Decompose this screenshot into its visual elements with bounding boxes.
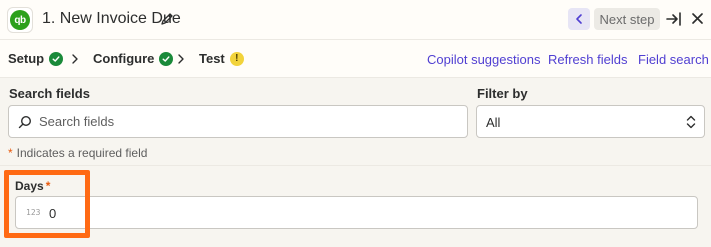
check-circle-icon (159, 51, 174, 66)
filter-selected-value: All (486, 115, 501, 130)
quickbooks-logo: qb (7, 7, 33, 33)
tab-configure[interactable]: Configure (93, 51, 174, 66)
chevron-right-icon (178, 54, 184, 64)
tab-label: Configure (93, 51, 155, 66)
tab-label: Setup (8, 51, 45, 66)
next-step-button[interactable]: Next step (594, 8, 660, 30)
app-logo-mark: qb (10, 10, 30, 30)
days-input[interactable]: 123 0 (15, 196, 698, 229)
step-header: qb 1. New Invoice Due Next step (0, 0, 711, 40)
days-value[interactable]: 0 (49, 206, 56, 221)
tab-setup[interactable]: Setup (8, 51, 64, 66)
filter-by-label: Filter by (477, 86, 528, 101)
required-note-text: Indicates a required field (16, 146, 148, 160)
tab-label: Test (199, 51, 225, 66)
chevron-right-icon (72, 54, 78, 64)
search-fields-box[interactable] (8, 105, 468, 138)
close-icon[interactable] (691, 12, 704, 25)
collapse-panel-icon[interactable] (666, 11, 682, 27)
chevron-left-icon (576, 14, 582, 24)
field-search-link[interactable]: Field search (638, 52, 709, 67)
search-fields-label: Search fields (9, 86, 90, 101)
chevron-up-down-icon (686, 115, 696, 129)
days-field-label: Days * (15, 179, 50, 193)
search-icon (18, 115, 32, 129)
search-fields-input[interactable] (39, 106, 459, 137)
days-label-text: Days (15, 179, 44, 193)
section-divider (0, 165, 711, 166)
copilot-suggestions-link[interactable]: Copilot suggestions (427, 52, 540, 67)
number-type-icon: 123 (26, 208, 41, 217)
required-field-note: * Indicates a required field (8, 146, 147, 160)
step-tabs: Setup Configure Test ! Copilot suggestio… (0, 40, 711, 78)
warning-icon: ! (229, 51, 244, 66)
previous-step-button[interactable] (568, 8, 590, 30)
tab-test[interactable]: Test ! (199, 51, 244, 66)
pencil-icon[interactable] (160, 12, 174, 26)
filter-by-select[interactable]: All (476, 105, 705, 138)
refresh-fields-link[interactable]: Refresh fields (548, 52, 627, 67)
required-asterisk: * (45, 179, 51, 193)
required-asterisk: * (8, 146, 13, 160)
check-circle-icon (49, 51, 64, 66)
